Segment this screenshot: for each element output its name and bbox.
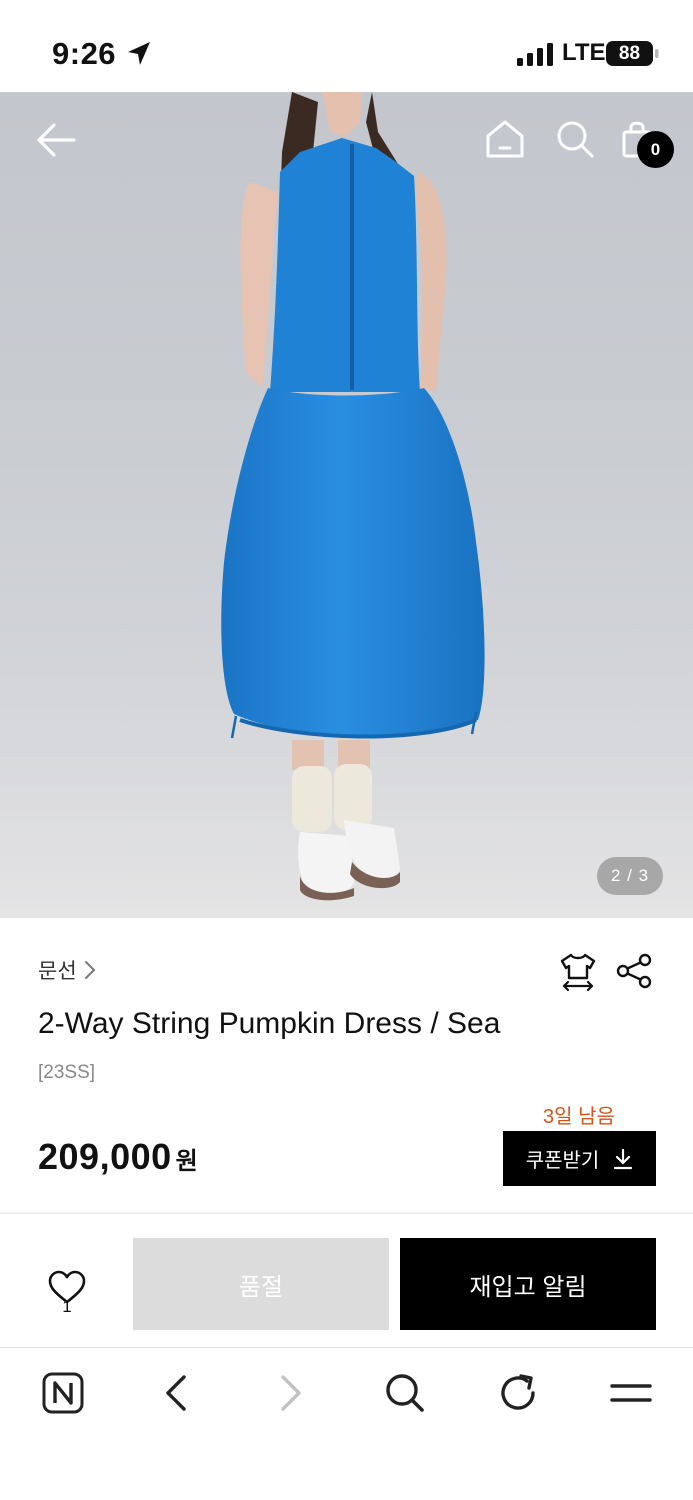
status-time: 9:26 <box>52 36 117 71</box>
soldout-button: 품절 <box>133 1238 389 1330</box>
price-currency: 원 <box>175 1148 198 1175</box>
gallery-page-indicator: 2 / 3 <box>597 857 663 895</box>
model-photo <box>0 92 693 918</box>
download-icon <box>614 1148 633 1169</box>
search-icon <box>386 1374 424 1412</box>
cart-count-badge[interactable]: 0 <box>637 131 674 168</box>
home-icon[interactable] <box>484 118 526 160</box>
naver-home-button[interactable] <box>38 1368 88 1418</box>
battery-level: 88 <box>618 43 641 64</box>
product-price: 209,000 <box>38 1136 172 1177</box>
forward-icon <box>281 1375 301 1411</box>
location-arrow-icon <box>128 42 150 65</box>
naver-n-icon <box>42 1372 84 1414</box>
share-icon[interactable] <box>614 953 654 989</box>
coupon-days-left: 3일 남음 <box>543 1106 615 1128</box>
size-guide-shirt-icon[interactable] <box>558 951 598 991</box>
browser-back-button[interactable] <box>151 1368 201 1418</box>
section-divider <box>0 1212 693 1214</box>
network-type: LTE <box>562 39 606 66</box>
brand-name: 문선 <box>38 960 77 983</box>
menu-icon <box>610 1384 652 1402</box>
browser-refresh-button[interactable] <box>493 1368 543 1418</box>
search-icon[interactable] <box>554 118 596 160</box>
like-count: 1 <box>62 1297 72 1316</box>
chevron-right-icon <box>84 961 96 979</box>
product-season: [23SS] <box>38 1062 96 1083</box>
refresh-icon <box>501 1374 535 1410</box>
coupon-button-label: 쿠폰받기 <box>525 1150 600 1172</box>
browser-forward-button[interactable] <box>266 1368 316 1418</box>
browser-menu-button[interactable] <box>606 1368 656 1418</box>
price-row: 209,000 원 <box>38 1136 198 1178</box>
browser-search-button[interactable] <box>380 1368 430 1418</box>
product-image[interactable]: 0 2 / 3 <box>0 92 693 918</box>
product-name: 2-Way String Pumpkin Dress / Sea <box>38 1007 501 1040</box>
back-icon <box>166 1375 186 1411</box>
coupon-download-button[interactable]: 쿠폰받기 <box>503 1131 656 1186</box>
restock-alert-button[interactable]: 재입고 알림 <box>400 1238 656 1330</box>
signal-icon <box>517 43 553 66</box>
toolbar-divider <box>0 1347 693 1348</box>
back-arrow-icon[interactable] <box>34 120 78 160</box>
brand-link[interactable]: 문선 <box>38 955 97 985</box>
